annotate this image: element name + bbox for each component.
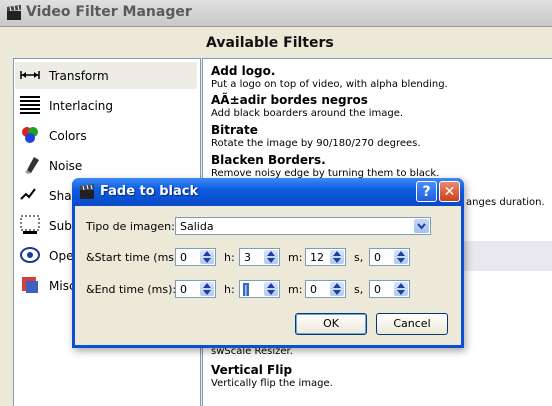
- main-title-bar[interactable]: Video Filter Manager: [0, 0, 552, 27]
- up-down-arrows-icon: [203, 283, 211, 295]
- chevron-down-icon: [417, 223, 426, 230]
- filter-description: Vertically flip the image.: [211, 378, 333, 389]
- ok-button[interactable]: OK: [295, 313, 367, 335]
- sharpness-icon: [20, 188, 36, 200]
- end-seconds-spinbox[interactable]: 0: [305, 280, 346, 298]
- spin-value: 3: [244, 251, 251, 264]
- spin-buttons[interactable]: [264, 250, 278, 264]
- category-label: Colors: [49, 129, 87, 143]
- cancel-button[interactable]: Cancel: [376, 313, 448, 335]
- spin-buttons[interactable]: [394, 250, 408, 264]
- end-hours-spinbox[interactable]: 0: [175, 280, 216, 298]
- hours-unit-label: h:: [224, 251, 235, 264]
- category-label: Noise: [49, 159, 83, 173]
- filter-name: Vertical Flip: [211, 363, 293, 377]
- minutes-unit-label: m:: [288, 283, 303, 296]
- spin-value: 12: [310, 251, 324, 264]
- filter-name: Blacken Borders.: [211, 153, 326, 167]
- seconds-unit-label: s,: [354, 283, 364, 296]
- spin-buttons[interactable]: [264, 282, 278, 296]
- start-hours-spinbox[interactable]: 0: [175, 248, 216, 266]
- dialog-title: Fade to black: [100, 184, 199, 199]
- end-time-label: &End time (ms):: [86, 283, 177, 296]
- filter-name: Bitrate: [211, 123, 258, 137]
- filter-item[interactable]: anges duration.: [466, 196, 545, 208]
- minutes-unit-label: m:: [288, 251, 303, 264]
- close-button[interactable]: ✕: [439, 181, 460, 202]
- noise-icon: [25, 157, 39, 174]
- filter-item[interactable]: Bitrate Rotate the image by 90/180/270 d…: [211, 123, 421, 149]
- start-time-label: &Start time (ms):: [86, 251, 183, 264]
- spin-buttons[interactable]: [330, 282, 344, 296]
- help-button[interactable]: ?: [416, 181, 437, 202]
- dialog-title-bar[interactable]: Fade to black ? ✕: [72, 178, 464, 206]
- spin-value: 0: [180, 251, 187, 264]
- spin-value: 0: [374, 283, 381, 296]
- filter-description: anges duration.: [466, 197, 545, 208]
- up-down-arrows-icon: [267, 283, 275, 295]
- filter-item[interactable]: Add logo. Put a logo on top of video, wi…: [211, 64, 448, 90]
- dialog-body: Tipo de imagen: Salida &Start time (ms):…: [75, 206, 461, 345]
- filter-name: Add logo.: [211, 64, 276, 78]
- subtitles-icon: [20, 215, 40, 234]
- filter-description: Rotate the image by 90/180/270 degrees.: [211, 138, 421, 149]
- up-down-arrows-icon: [397, 283, 405, 295]
- filter-description: Put a logo on top of video, with alpha b…: [211, 79, 448, 90]
- spin-value: 0: [310, 283, 317, 296]
- spin-buttons[interactable]: [394, 282, 408, 296]
- start-seconds-spinbox[interactable]: 12: [305, 248, 346, 266]
- spin-buttons[interactable]: [200, 282, 214, 296]
- seconds-unit-label: s,: [354, 251, 364, 264]
- opengl-icon: [20, 247, 40, 263]
- misc-icon: [22, 277, 38, 293]
- category-item-transform[interactable]: Transform: [15, 62, 197, 89]
- interlacing-icon: [20, 96, 40, 114]
- category-item-interlacing[interactable]: Interlacing: [15, 92, 197, 119]
- clapperboard-icon: [7, 5, 21, 20]
- colors-icon: [22, 127, 38, 143]
- filter-item[interactable]: AÃ±adir bordes negros Add black boarders…: [211, 93, 403, 119]
- spin-value-selected: |: [243, 283, 249, 296]
- category-label: Interlacing: [49, 99, 114, 113]
- image-type-label: Tipo de imagen:: [86, 220, 175, 233]
- start-minutes-spinbox[interactable]: 3: [239, 248, 280, 266]
- available-filters-header: Available Filters: [206, 35, 334, 51]
- filter-name: AÃ±adir bordes negros: [211, 93, 368, 107]
- up-down-arrows-icon: [267, 251, 275, 263]
- up-down-arrows-icon: [333, 283, 341, 295]
- category-item-noise[interactable]: Noise: [15, 152, 197, 179]
- category-label: Transform: [49, 69, 109, 83]
- spin-buttons[interactable]: [330, 250, 344, 264]
- up-down-arrows-icon: [203, 251, 211, 263]
- dropdown-button[interactable]: [414, 219, 429, 233]
- hours-unit-label: h:: [224, 283, 235, 296]
- start-milliseconds-spinbox[interactable]: 0: [369, 248, 410, 266]
- spin-value: 0: [180, 283, 187, 296]
- end-minutes-spinbox[interactable]: |: [239, 280, 280, 298]
- up-down-arrows-icon: [333, 251, 341, 263]
- transform-icon: [20, 71, 40, 79]
- image-type-select[interactable]: Salida: [175, 217, 431, 235]
- category-item-colors[interactable]: Colors: [15, 122, 197, 149]
- up-down-arrows-icon: [397, 251, 405, 263]
- image-type-value: Salida: [180, 220, 214, 233]
- end-milliseconds-spinbox[interactable]: 0: [369, 280, 410, 298]
- window-title: Video Filter Manager: [26, 4, 192, 20]
- spin-buttons[interactable]: [200, 250, 214, 264]
- spin-value: 0: [374, 251, 381, 264]
- filter-item[interactable]: Blacken Borders. Remove noisy edge by tu…: [211, 153, 439, 179]
- clapperboard-icon: [80, 184, 94, 199]
- filter-description: Add black boarders around the image.: [211, 108, 404, 119]
- fade-to-black-dialog: Fade to black ? ✕ Tipo de imagen: Salida…: [72, 178, 464, 348]
- filter-item[interactable]: Vertical Flip Vertically flip the image.: [211, 363, 333, 389]
